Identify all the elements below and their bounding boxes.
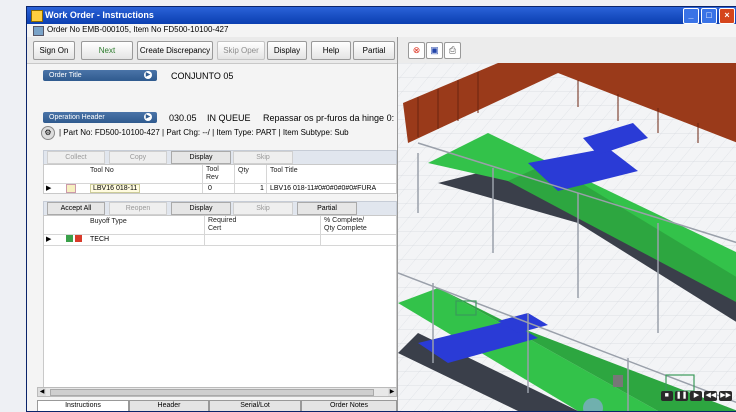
title-bar: Work Order - Instructions _ □ × [27,7,736,24]
buyoff-grid: Buyoff Type Required Cert % Complete/ Qt… [43,215,397,389]
3d-viewer-panel[interactable]: ⊗ ▣ ⎙ ■ ❚❚ ▶ ◀◀ ▶▶ [397,37,736,411]
minimize-button[interactable]: _ [683,8,699,24]
skip-oper-button[interactable]: Skip Oper [217,41,265,60]
operation-header-section[interactable]: Operation Header ▶ [43,112,157,123]
expand-arrow-icon[interactable]: ▶ [144,71,152,79]
factory-3d-model[interactable] [398,63,736,411]
scroll-left-icon[interactable]: ◀ [38,388,46,396]
tab-serial-lot[interactable]: Serial/Lot [209,400,301,411]
reject-icon[interactable] [75,235,82,242]
table-row-tool-title: LBV16 018-11#0#0#0#0#0#FURA [270,185,377,192]
operation-header-label: Operation Header [49,114,105,121]
main-toolbar: Sign On Next Create Discrepancy Skip Ope… [27,37,397,64]
order-subtitle: Order No EMB-000105, Item No FD500-10100… [47,25,229,34]
order-icon [33,26,44,36]
tool-grid: Tool No Tool Rev Qty Tool Title ▶ LBV16 … [43,164,397,194]
rewind-icon[interactable]: ◀◀ [704,391,718,401]
create-discrepancy-button[interactable]: Create Discrepancy [137,41,213,60]
stop-icon[interactable]: ■ [660,391,673,401]
table-row-tool-rev: 0 [208,185,212,192]
window-title: Work Order - Instructions [45,10,154,20]
row-selector-icon[interactable]: ▶ [46,235,51,243]
partial-button[interactable]: Partial [353,41,395,60]
accept-all-tab[interactable]: Accept All [47,202,105,215]
scroll-thumb[interactable] [50,389,374,396]
play-icon[interactable]: ▶ [690,391,703,401]
horizontal-scrollbar[interactable]: ◀ ▶ [37,387,397,397]
animation-controls: ■ ❚❚ ▶ ◀◀ ▶▶ [660,391,732,401]
viewer-toolbar: ⊗ ▣ ⎙ [398,37,736,64]
app-icon [31,10,43,22]
part-info-line: | Part No: FD500-10100-427 | Part Chg: -… [59,128,349,137]
order-title-value: CONJUNTO 05 [171,71,234,81]
table-row-qty: 1 [260,185,264,192]
table-row-buyoff-type: TECH [90,236,110,243]
skip-tab[interactable]: Skip [233,151,293,164]
required-cert-header[interactable]: Required Cert [208,217,236,233]
tool-no-header[interactable]: Tool No [90,167,114,174]
tab-instructions[interactable]: Instructions [37,400,129,411]
next-button[interactable]: Next [81,41,133,60]
fast-forward-icon[interactable]: ▶▶ [719,391,732,401]
expand-arrow-icon[interactable]: ▶ [144,113,152,121]
pct-complete-header[interactable]: % Complete/ Qty Complete [324,217,367,233]
table-row-tool-no[interactable]: LBV16 018-11 [90,184,141,193]
copy-tab[interactable]: Copy [109,151,167,164]
collect-tab[interactable]: Collect [47,151,105,164]
pause-icon[interactable]: ❚❚ [674,391,689,401]
row-selector-icon[interactable]: ▶ [46,184,51,192]
tab-order-notes[interactable]: Order Notes [301,400,397,411]
partial-tab[interactable]: Partial [297,202,357,215]
order-title-label: Order Title [49,72,82,79]
operation-status: IN QUEUE [207,113,251,123]
display-button[interactable]: Display [267,41,307,60]
help-button[interactable]: Help [311,41,351,60]
tab-header[interactable]: Header [129,400,209,411]
work-order-window: Work Order - Instructions _ □ × Order No… [26,6,736,412]
tool-rev-header[interactable]: Tool Rev [206,166,219,182]
tool-icon [66,184,76,193]
print-icon[interactable]: ⎙ [444,42,461,59]
skip-tab[interactable]: Skip [233,202,293,215]
sign-on-button[interactable]: Sign On [33,41,75,60]
scroll-right-icon[interactable]: ▶ [388,388,396,396]
display-tab[interactable]: Display [171,151,231,164]
maximize-button[interactable]: □ [701,8,717,24]
bottom-tabs: Instructions Header Serial/Lot Order Not… [37,400,397,411]
close-button[interactable]: × [719,8,735,24]
close-red-icon[interactable]: ⊗ [408,42,425,59]
qty-header[interactable]: Qty [238,167,249,174]
order-subtitle-bar: Order No EMB-000105, Item No FD500-10100… [27,24,736,36]
operation-description: Repassar os pr-furos da hinge 0: [263,113,395,123]
reopen-tab[interactable]: Reopen [109,202,167,215]
operation-number: 030.05 [169,113,197,123]
buyoff-type-header[interactable]: Buyoff Type [90,218,127,225]
accept-icon[interactable] [66,235,73,242]
camera-view-icon[interactable]: ▣ [426,42,443,59]
tool-title-header[interactable]: Tool Title [270,167,298,174]
part-info-icon: ⚙ [41,126,55,140]
display-tab[interactable]: Display [171,202,231,215]
order-title-section[interactable]: Order Title ▶ [43,70,157,81]
